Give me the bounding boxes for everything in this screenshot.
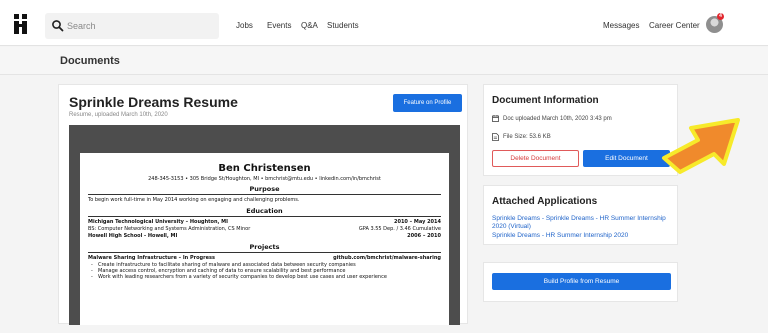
education-dates: 2006 – 2010 (407, 233, 441, 239)
file-size-text: File Size: 53.6 KB (503, 134, 551, 140)
top-navigation-bar: Jobs Events Q&A Students Messages Career… (0, 0, 768, 46)
resume-contact: 248-345-3153 • 305 Bridge St/Houghton, M… (148, 176, 381, 182)
nav-link-jobs[interactable]: Jobs (236, 21, 253, 30)
education-gpa: GPA 3.55 Dep. / 3.46 Cumulative (358, 226, 441, 232)
file-icon (492, 133, 499, 141)
nav-link-career-center[interactable]: Career Center (649, 21, 700, 30)
resume-section-purpose: Purpose (88, 185, 441, 195)
resume-card: Sprinkle Dreams Resume Resume, uploaded … (58, 84, 468, 325)
page-title: Documents (60, 55, 120, 67)
education-dates: 2010 – May 2014 (393, 219, 441, 225)
resume-page: Ben Christensen 248-345-3153 • 305 Bridg… (80, 153, 449, 325)
nav-link-messages[interactable]: Messages (603, 21, 639, 30)
document-information-card: Document Information Doc uploaded March … (483, 84, 678, 176)
education-degree: BS: Computer Networking and Systems Admi… (88, 226, 251, 232)
resume-preview[interactable]: Ben Christensen 248-345-3153 • 305 Bridg… (69, 125, 460, 325)
search-box (45, 13, 219, 39)
calendar-icon (492, 115, 499, 122)
nav-link-events[interactable]: Events (267, 21, 291, 30)
upload-date-row: Doc uploaded March 10th, 2020 3:43 pm (492, 115, 612, 122)
education-school: Michigan Technological University – Houg… (88, 219, 229, 225)
nav-link-students[interactable]: Students (327, 21, 359, 30)
feature-on-profile-button[interactable]: Feature on Profile (393, 94, 462, 112)
search-icon (51, 19, 65, 33)
project-bullet: Work with leading researchers from a var… (88, 274, 441, 280)
resume-name: Ben Christensen (218, 163, 311, 174)
notification-badge: 4 (717, 13, 724, 20)
edit-document-button[interactable]: Edit Document (583, 150, 670, 167)
project-url: github.com/bmchrist/malware-sharing (333, 255, 441, 261)
purpose-text: To begin work full-time in May 2014 work… (88, 197, 300, 203)
education-row: BS: Computer Networking and Systems Admi… (88, 226, 441, 233)
delete-document-button[interactable]: Delete Document (492, 150, 579, 167)
resume-purpose-text: To begin work full-time in May 2014 work… (88, 197, 441, 204)
handshake-logo-icon[interactable] (14, 14, 32, 34)
application-link[interactable]: Sprinkle Dreams - HR Summer Internship 2… (492, 232, 668, 240)
file-size-row: File Size: 53.6 KB (492, 133, 551, 141)
page-header: Documents (0, 47, 768, 75)
resume-subtitle: Resume, uploaded March 10th, 2020 (69, 112, 168, 118)
nav-link-qa[interactable]: Q&A (301, 21, 318, 30)
education-row: Michigan Technological University – Houg… (88, 219, 441, 226)
education-school: Howell High School - Howell, MI (88, 233, 178, 239)
build-profile-from-resume-button[interactable]: Build Profile from Resume (492, 273, 671, 290)
resume-title: Sprinkle Dreams Resume (69, 94, 238, 110)
build-profile-card: Build Profile from Resume (483, 262, 678, 302)
project-title: Malware Sharing Infrastructure – In Prog… (88, 255, 215, 261)
search-input[interactable] (67, 16, 215, 36)
education-row: Howell High School - Howell, MI 2006 – 2… (88, 233, 441, 240)
resume-section-projects: Projects (88, 243, 441, 253)
project-row: Malware Sharing Infrastructure – In Prog… (88, 255, 441, 262)
upload-date-text: Doc uploaded March 10th, 2020 3:43 pm (503, 115, 612, 122)
resume-section-education: Education (88, 207, 441, 217)
attached-applications-heading: Attached Applications (492, 196, 598, 207)
attached-applications-card: Attached Applications Sprinkle Dreams - … (483, 185, 678, 245)
document-information-heading: Document Information (492, 95, 599, 106)
application-link[interactable]: Sprinkle Dreams - Sprinkle Dreams - HR S… (492, 215, 668, 231)
